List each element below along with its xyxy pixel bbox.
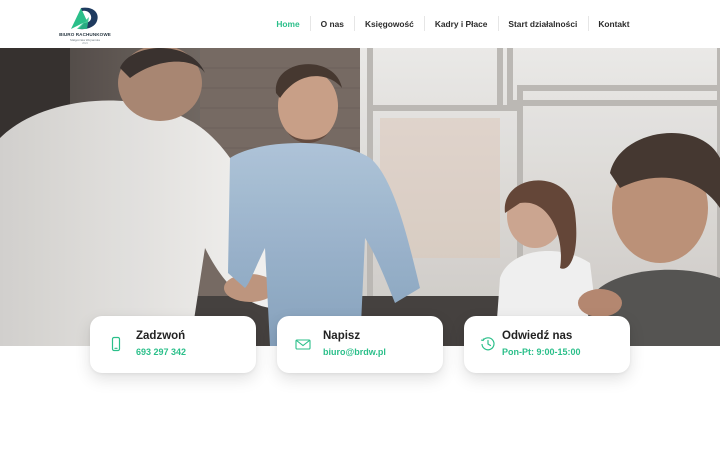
- opening-hours: Pon-Pt: 9:00-15:00: [502, 347, 581, 357]
- hero-illustration: [0, 48, 720, 346]
- contact-card-address[interactable]: Odwiedź nas Pon-Pt: 9:00-15:00: [464, 316, 630, 373]
- card-title: Napisz: [323, 330, 361, 342]
- contact-card-email[interactable]: Napisz biuro@brdw.pl: [277, 316, 443, 373]
- nav-item-start-dzialalnosci[interactable]: Start działalności: [497, 16, 588, 31]
- main-nav: Home O nas Księgowość Kadry i Płace Star…: [266, 0, 640, 48]
- nav-item-kadry-i-place[interactable]: Kadry i Płace: [424, 16, 498, 31]
- email-address[interactable]: biuro@brdw.pl: [323, 347, 386, 357]
- phone-number[interactable]: 693 297 342: [136, 347, 186, 357]
- mail-icon: [295, 339, 311, 350]
- logo[interactable]: BIURO RACHUNKOWE Małgorzata Wojnarska 20…: [58, 5, 112, 45]
- site-header: BIURO RACHUNKOWE Małgorzata Wojnarska 20…: [0, 0, 720, 48]
- nav-item-home[interactable]: Home: [266, 19, 310, 29]
- logo-mark-icon: [71, 7, 98, 30]
- card-title: Odwiedź nas: [502, 330, 573, 342]
- hero-photo: [0, 48, 720, 346]
- logo-name: BIURO RACHUNKOWE: [59, 32, 111, 37]
- nav-item-kontakt[interactable]: Kontakt: [587, 16, 640, 31]
- clock-icon: [480, 337, 495, 351]
- nav-item-o-nas[interactable]: O nas: [310, 16, 354, 31]
- contact-card-phone[interactable]: Zadzwoń 693 297 342: [90, 316, 256, 373]
- phone-icon: [111, 336, 121, 352]
- nav-item-ksiegowosc[interactable]: Księgowość: [354, 16, 424, 31]
- logo-tag: 2024: [82, 42, 88, 45]
- card-title: Zadzwoń: [136, 330, 186, 342]
